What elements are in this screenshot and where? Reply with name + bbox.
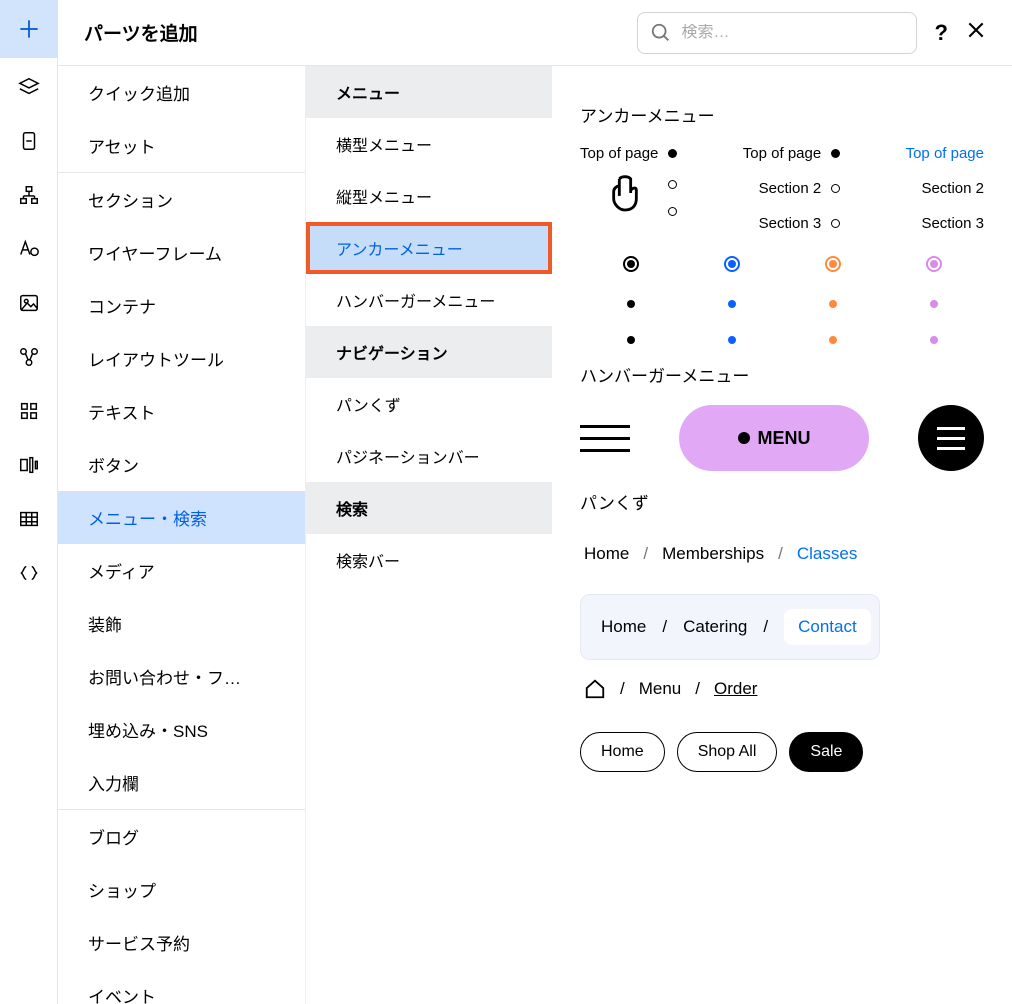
search-icon xyxy=(650,22,672,44)
cursor-icon xyxy=(608,173,642,213)
apps-icon[interactable] xyxy=(0,386,58,436)
anchor-style-preview[interactable] xyxy=(724,256,740,344)
submenu-list: メニュー横型メニュー縦型メニューアンカーメニューハンバーガーメニューナビゲーショ… xyxy=(306,66,552,1004)
anchor-style-preview[interactable] xyxy=(825,256,841,344)
category-item[interactable]: ショップ xyxy=(58,863,305,916)
category-item[interactable]: サービス予約 xyxy=(58,916,305,969)
panel-title: パーツを追加 xyxy=(84,19,637,46)
breadcrumb-title: パンくず xyxy=(580,489,984,514)
category-item[interactable]: メニュー・検索 xyxy=(58,491,305,544)
add-element-button[interactable] xyxy=(0,0,58,58)
anchor-style-preview[interactable] xyxy=(926,256,942,344)
image-icon[interactable] xyxy=(0,278,58,328)
submenu-item[interactable]: 横型メニュー xyxy=(306,118,552,170)
category-item[interactable]: レイアウトツール xyxy=(58,332,305,385)
category-item[interactable]: イベント xyxy=(58,969,305,1004)
search-input[interactable] xyxy=(682,24,904,42)
anchor-menu-preview-1[interactable]: Top of page xyxy=(580,145,677,232)
category-item[interactable]: 装飾 xyxy=(58,597,305,650)
submenu-item[interactable]: 縦型メニュー xyxy=(306,170,552,222)
typography-icon[interactable] xyxy=(0,224,58,274)
category-item[interactable]: ボタン xyxy=(58,438,305,491)
category-item[interactable]: クイック追加 xyxy=(58,66,305,119)
category-item[interactable]: 入力欄 xyxy=(58,756,305,809)
anchor-style-preview[interactable] xyxy=(623,256,639,344)
home-icon xyxy=(584,678,606,700)
page-icon[interactable] xyxy=(0,116,58,166)
close-button[interactable] xyxy=(966,20,986,40)
category-item[interactable]: ブログ xyxy=(58,810,305,863)
category-item[interactable]: メディア xyxy=(58,544,305,597)
breadcrumb-preview-3[interactable]: /Menu /Order xyxy=(584,678,984,700)
data-icon[interactable] xyxy=(0,332,58,382)
help-button[interactable]: ? xyxy=(935,20,948,46)
anchor-menu-title: アンカーメニュー xyxy=(580,102,984,127)
submenu-item[interactable]: 検索バー xyxy=(306,534,552,586)
category-item[interactable]: アセット xyxy=(58,119,305,172)
anchor-menu-preview-3[interactable]: Top of page Section 2 Section 3 xyxy=(906,145,984,232)
hamburger-preview-lines[interactable] xyxy=(580,425,630,452)
submenu-header: 検索 xyxy=(306,482,552,534)
site-structure-icon[interactable] xyxy=(0,170,58,220)
hamburger-preview-pill[interactable]: MENU xyxy=(679,405,869,471)
category-list: クイック追加アセット セクションワイヤーフレームコンテナレイアウトツールテキスト… xyxy=(58,66,306,1004)
submenu-header: ナビゲーション xyxy=(306,326,552,378)
anchor-menu-preview-2[interactable]: Top of page Section 2 Section 3 xyxy=(743,145,840,232)
category-item[interactable]: テキスト xyxy=(58,385,305,438)
breadcrumb-preview-1[interactable]: Home/ Memberships/ Classes xyxy=(584,544,984,564)
search-input-container[interactable] xyxy=(637,12,917,54)
breadcrumb-preview-4[interactable]: Home Shop All Sale xyxy=(580,732,984,772)
masters-icon[interactable] xyxy=(0,440,58,490)
hamburger-preview-circle[interactable] xyxy=(918,405,984,471)
layers-icon[interactable] xyxy=(0,62,58,112)
category-item[interactable]: ワイヤーフレーム xyxy=(58,226,305,279)
hamburger-menu-title: ハンバーガーメニュー xyxy=(580,362,984,387)
breadcrumb-preview-2[interactable]: Home/ Catering/ Contact xyxy=(580,594,880,660)
category-item[interactable]: 埋め込み・SNS xyxy=(58,703,305,756)
category-item[interactable]: お問い合わせ・フ… xyxy=(58,650,305,703)
submenu-item[interactable]: アンカーメニュー xyxy=(306,222,552,274)
category-item[interactable]: セクション xyxy=(58,173,305,226)
submenu-item[interactable]: パンくず xyxy=(306,378,552,430)
submenu-item[interactable]: ハンバーガーメニュー xyxy=(306,274,552,326)
submenu-item[interactable]: パジネーションバー xyxy=(306,430,552,482)
submenu-header: メニュー xyxy=(306,66,552,118)
preview-pane: アンカーメニュー Top of page Top of page Section… xyxy=(552,66,1012,1004)
code-icon[interactable] xyxy=(0,548,58,598)
table-icon[interactable] xyxy=(0,494,58,544)
category-item[interactable]: コンテナ xyxy=(58,279,305,332)
